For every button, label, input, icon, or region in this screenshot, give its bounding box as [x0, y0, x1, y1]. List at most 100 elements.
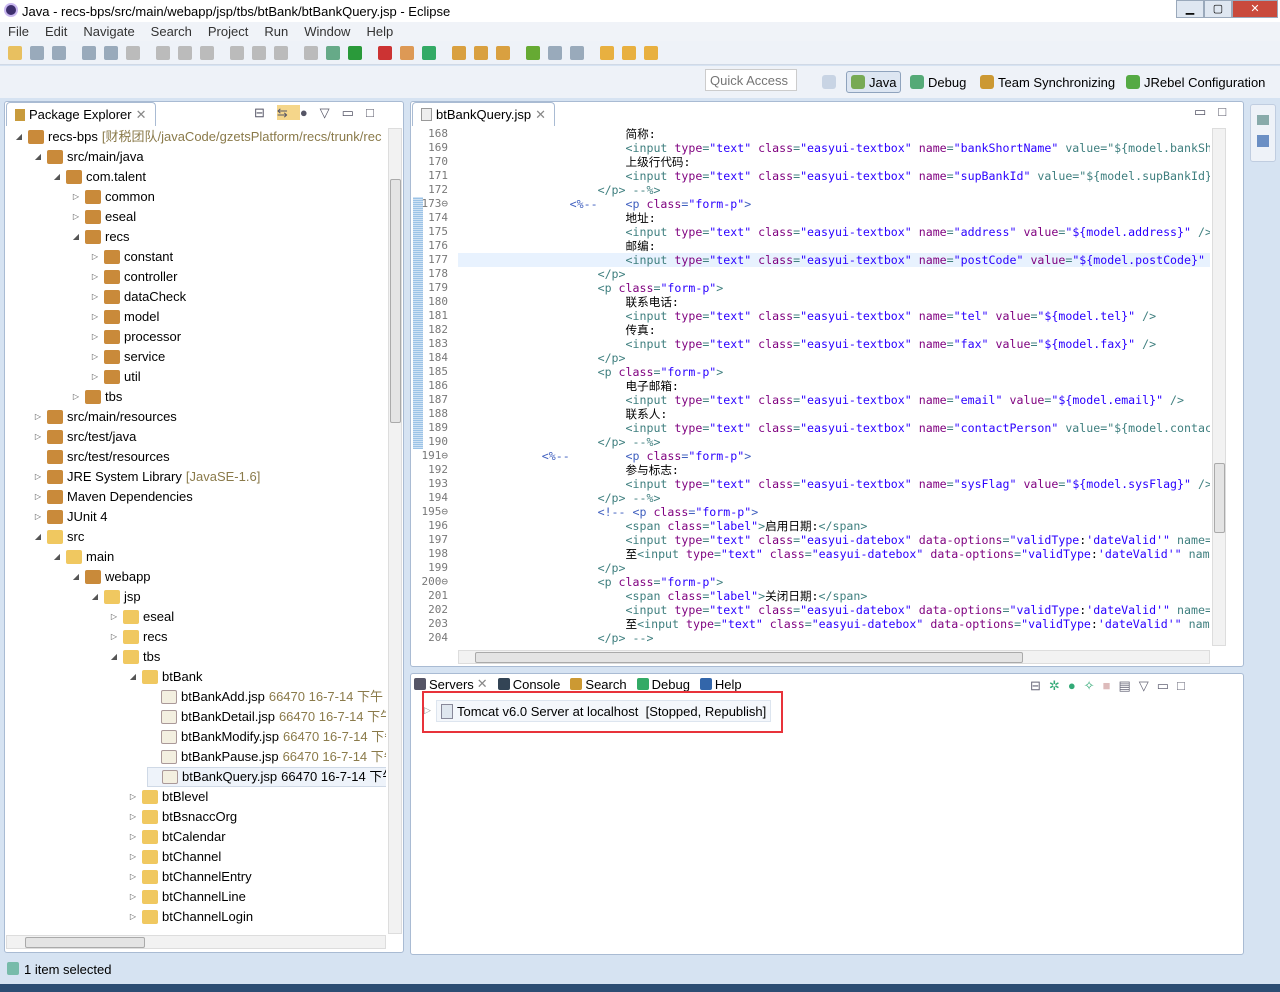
view-menu-icon[interactable]: ▽ [320, 105, 342, 120]
toolbar-button-icon[interactable] [644, 46, 658, 60]
toolbar-button-icon[interactable] [104, 46, 118, 60]
toolbar-button-icon[interactable] [252, 46, 266, 60]
start-server-icon[interactable]: ● [1068, 678, 1084, 693]
toolbar-button-icon[interactable] [452, 46, 466, 60]
menu-run[interactable]: Run [256, 24, 296, 39]
menu-edit[interactable]: Edit [37, 24, 75, 39]
toolbar-button-icon[interactable] [400, 46, 414, 60]
code-area[interactable]: 简称: <input type="text" class="easyui-tex… [458, 127, 1210, 645]
collapsed-arrow-icon[interactable]: ▷ [109, 627, 119, 647]
maximize-button[interactable]: ▢ [1204, 0, 1232, 18]
collapsed-arrow-icon[interactable]: ▷ [90, 287, 100, 307]
code-line[interactable]: 邮编: [458, 239, 1210, 253]
collapsed-arrow-icon[interactable]: ▷ [128, 867, 138, 887]
tree-item[interactable]: src/test/resources [33, 447, 170, 467]
collapsed-arrow-icon[interactable]: ▷ [90, 327, 100, 347]
close-tab-icon[interactable]: ✕ [477, 676, 488, 692]
expanded-arrow-icon[interactable]: ◢ [71, 227, 81, 247]
tree-item[interactable]: ▷ controller [90, 267, 177, 287]
tree-item[interactable]: ▷ btBlevel [128, 787, 208, 807]
link-editor-icon[interactable]: ⇆ [276, 105, 300, 120]
toolbar-button-icon[interactable] [200, 46, 214, 60]
toolbar-button-icon[interactable] [600, 46, 614, 60]
tab-servers[interactable]: Servers ✕ [414, 676, 488, 692]
new-server-icon[interactable]: ⊟ [1030, 678, 1049, 693]
collapsed-arrow-icon[interactable]: ▷ [33, 407, 43, 427]
code-line[interactable]: <input type="text" class="easyui-textbox… [458, 477, 1210, 491]
close-button[interactable]: ✕ [1232, 0, 1278, 18]
code-line[interactable]: <span class="label">启用日期:</span> [458, 519, 1210, 533]
collapsed-arrow-icon[interactable]: ▷ [33, 467, 43, 487]
collapsed-arrow-icon[interactable]: ▷ [128, 907, 138, 927]
tree-item[interactable]: ▷ Maven Dependencies [33, 487, 193, 507]
code-line[interactable]: 上级行代码: [458, 155, 1210, 169]
expanded-arrow-icon[interactable]: ◢ [52, 547, 62, 567]
tree-item[interactable]: ◢ src/main/java [33, 147, 144, 167]
toolbar-button-icon[interactable] [230, 46, 244, 60]
collapsed-arrow-icon[interactable]: ▷ [128, 827, 138, 847]
collapsed-arrow-icon[interactable]: ▷ [33, 507, 43, 527]
code-line[interactable]: </p> [458, 351, 1210, 365]
code-line[interactable]: <%-- <p class="form-p"> [458, 197, 1210, 211]
perspective-team-synchronizing[interactable]: Team Synchronizing [976, 71, 1119, 93]
tree-item[interactable]: ▷ eseal [109, 607, 174, 627]
tree-item[interactable]: ▷ btChannel [128, 847, 221, 867]
tree-item[interactable]: ▷ src/main/resources [33, 407, 177, 427]
filter-icon[interactable]: ● [300, 105, 320, 120]
menu-file[interactable]: File [0, 24, 37, 39]
tree-item[interactable]: ◢ webapp [71, 567, 151, 587]
code-line[interactable]: <input type="text" class="easyui-textbox… [458, 225, 1210, 239]
stop-server-icon[interactable]: ■ [1103, 678, 1119, 693]
code-line[interactable]: <input type="text" class="easyui-textbox… [458, 337, 1210, 351]
toolbar-button-icon[interactable] [474, 46, 488, 60]
code-line[interactable]: <input type="text" class="easyui-textbox… [458, 393, 1210, 407]
tree-item[interactable]: ▷ JRE System Library [JavaSE-1.6] [33, 467, 260, 487]
code-line[interactable]: <input type="text" class="easyui-datebox… [458, 603, 1210, 617]
code-line[interactable]: <p class="form-p"> [458, 281, 1210, 295]
code-line[interactable]: </p> --%> [458, 435, 1210, 449]
code-line[interactable]: 至<input type="text" class="easyui-datebo… [458, 547, 1210, 561]
code-line[interactable]: <input type="text" class="easyui-textbox… [458, 421, 1210, 435]
scrollbar-thumb[interactable] [390, 179, 401, 423]
tab-package-explorer[interactable]: Package Explorer ✕ [6, 102, 156, 126]
menu-search[interactable]: Search [143, 24, 200, 39]
toolbar-button-icon[interactable] [570, 46, 584, 60]
tree-item[interactable]: ▷ dataCheck [90, 287, 186, 307]
tree-item[interactable]: ▷ btChannelEntry [128, 867, 252, 887]
collapsed-arrow-icon[interactable]: ▷ [33, 487, 43, 507]
menu-help[interactable]: Help [358, 24, 401, 39]
tree-item[interactable]: btBankDetail.jsp 66470 16-7-14 下午 [147, 707, 386, 727]
toolbar-button-icon[interactable] [8, 46, 22, 60]
tab-console[interactable]: Console [497, 676, 560, 692]
code-line[interactable]: </p> --> [458, 631, 1210, 645]
minimize-editor-icon[interactable]: ▭ [1194, 104, 1218, 119]
code-line[interactable]: 联系电话: [458, 295, 1210, 309]
toolbar-button-icon[interactable] [30, 46, 44, 60]
tree-item[interactable]: ▷ common [71, 187, 155, 207]
tree-item[interactable]: ◢ recs [71, 227, 130, 247]
collapsed-arrow-icon[interactable]: ▷ [33, 427, 43, 447]
code-line[interactable]: <input type="text" class="easyui-textbox… [458, 309, 1210, 323]
tree-item[interactable]: ◢ recs-bps [财税团队/javaCode/gzetsPlatform/re… [14, 127, 381, 147]
collapsed-arrow-icon[interactable]: ▷ [90, 307, 100, 327]
code-line[interactable]: <input type="text" class="easyui-textbox… [458, 141, 1210, 155]
minimize-button[interactable]: ▁ [1176, 0, 1204, 18]
tree-item[interactable]: ▷ JUnit 4 [33, 507, 107, 527]
expanded-arrow-icon[interactable]: ◢ [52, 167, 62, 187]
collapsed-arrow-icon[interactable]: ▷ [128, 787, 138, 807]
view-menu-icon[interactable]: ▽ [1139, 678, 1157, 693]
code-line[interactable]: </p> --%> [458, 491, 1210, 505]
tree-item[interactable]: ▷ constant [90, 247, 173, 267]
editor-vertical-scrollbar[interactable] [1212, 128, 1226, 646]
tree-item[interactable]: ◢ src [33, 527, 84, 547]
minimize-view-icon[interactable]: ▭ [1157, 678, 1177, 693]
code-line[interactable]: <%-- <p class="form-p"> [458, 449, 1210, 463]
code-line[interactable]: </p> [458, 267, 1210, 281]
code-line[interactable]: 参与标志: [458, 463, 1210, 477]
tree-item[interactable]: ◢ btBank [128, 667, 202, 687]
toolbar-button-icon[interactable] [52, 46, 66, 60]
code-line[interactable]: <p class="form-p"> [458, 365, 1210, 379]
toolbar-button-icon[interactable] [82, 46, 96, 60]
tab-help[interactable]: Help [699, 676, 742, 692]
code-line[interactable]: 简称: [458, 127, 1210, 141]
